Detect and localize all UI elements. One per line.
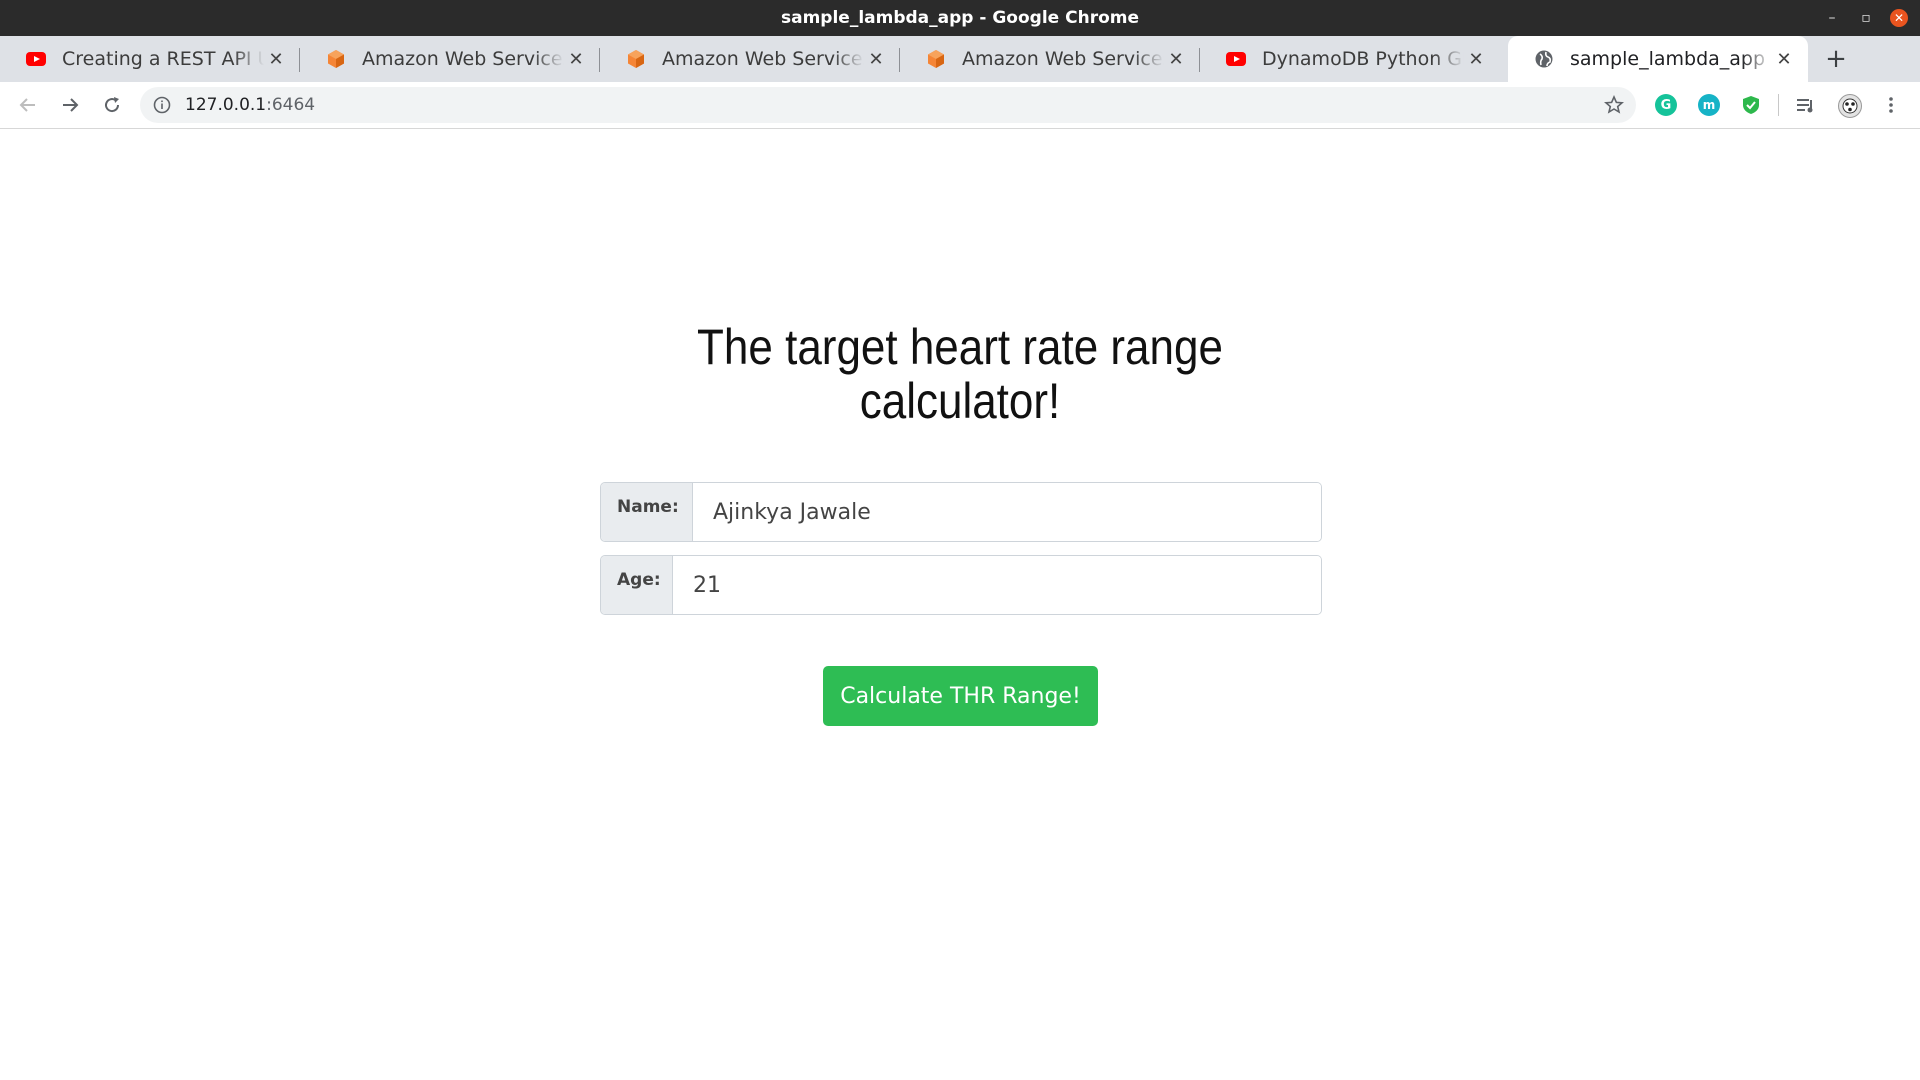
forward-arrow-icon[interactable] <box>52 82 88 128</box>
new-tab-button[interactable]: + <box>1820 36 1852 82</box>
tab-label: DynamoDB Python GET PUT <box>1262 48 1464 70</box>
close-window-button[interactable]: ✕ <box>1890 9 1908 27</box>
globe-icon <box>1534 49 1554 69</box>
tab-close-icon[interactable]: ✕ <box>1164 49 1188 70</box>
shield-extension-icon[interactable] <box>1740 94 1762 116</box>
page-content: The target heart rate range calculator! … <box>0 129 1920 1080</box>
tab-close-icon[interactable]: ✕ <box>564 49 588 70</box>
tab-label: sample_lambda_app <box>1570 48 1766 70</box>
tab-label: Amazon Web Services Sign <box>962 48 1164 70</box>
back-arrow-icon[interactable] <box>10 82 46 128</box>
tab-close-icon[interactable]: ✕ <box>864 49 888 70</box>
tab-creating-rest-api[interactable]: Creating a REST API Using ✕ <box>0 36 300 82</box>
tab-aws-3[interactable]: Amazon Web Services Sign ✕ <box>900 36 1200 82</box>
name-label: Name: <box>601 483 693 541</box>
tab-close-icon[interactable]: ✕ <box>1464 49 1488 70</box>
tab-dynamodb-python[interactable]: DynamoDB Python GET PUT ✕ <box>1200 36 1500 82</box>
tab-close-icon[interactable]: ✕ <box>1772 49 1796 70</box>
profile-avatar-icon[interactable] <box>1838 94 1862 118</box>
age-input-group: Age: <box>600 555 1322 615</box>
age-input[interactable] <box>673 556 1321 614</box>
tab-aws-2[interactable]: Amazon Web Services Sign ✕ <box>600 36 900 82</box>
url-host: 127.0.0.1 <box>185 95 267 115</box>
tab-strip: Creating a REST API Using ✕ Amazon Web S… <box>0 36 1920 82</box>
name-input[interactable] <box>693 483 1321 541</box>
m-extension-icon[interactable]: m <box>1698 94 1720 116</box>
youtube-icon <box>26 49 46 69</box>
tab-close-icon[interactable]: ✕ <box>264 49 288 70</box>
page-heading: The target heart rate range calculator! <box>608 320 1312 428</box>
age-label: Age: <box>601 556 673 614</box>
tab-label: Amazon Web Services Sign <box>362 48 564 70</box>
tab-sample-lambda-app[interactable]: sample_lambda_app ✕ <box>1508 36 1808 82</box>
aws-icon <box>626 49 646 69</box>
tab-label: Amazon Web Services Sign <box>662 48 864 70</box>
reload-icon[interactable] <box>94 82 130 128</box>
info-icon[interactable] <box>152 95 172 115</box>
name-input-group: Name: <box>600 482 1322 542</box>
calculate-thr-range-button[interactable]: Calculate THR Range! <box>823 666 1098 726</box>
window-titlebar: sample_lambda_app - Google Chrome – ▫ ✕ <box>0 0 1920 36</box>
address-bar[interactable]: 127.0.0.1:6464 <box>140 87 1636 123</box>
heading-line-2: calculator! <box>859 373 1061 429</box>
browser-toolbar: 127.0.0.1:6464 G m <box>0 82 1920 129</box>
heading-line-1: The target heart rate range <box>697 319 1223 375</box>
kebab-menu-icon[interactable] <box>1880 94 1902 116</box>
aws-icon <box>926 49 946 69</box>
tab-aws-1[interactable]: Amazon Web Services Sign ✕ <box>300 36 600 82</box>
bookmark-star-icon[interactable] <box>1604 95 1624 115</box>
grammarly-extension-icon[interactable]: G <box>1655 94 1677 116</box>
aws-icon <box>326 49 346 69</box>
maximize-button[interactable]: ▫ <box>1854 0 1878 36</box>
toolbar-divider <box>1778 94 1779 116</box>
minimize-button[interactable]: – <box>1820 0 1844 36</box>
window-title: sample_lambda_app - Google Chrome <box>781 8 1139 28</box>
url-text[interactable]: 127.0.0.1:6464 <box>185 87 315 123</box>
url-port: :6464 <box>266 95 316 115</box>
tab-label: Creating a REST API Using <box>62 48 264 70</box>
youtube-icon <box>1226 49 1246 69</box>
media-queue-icon[interactable] <box>1795 94 1817 116</box>
